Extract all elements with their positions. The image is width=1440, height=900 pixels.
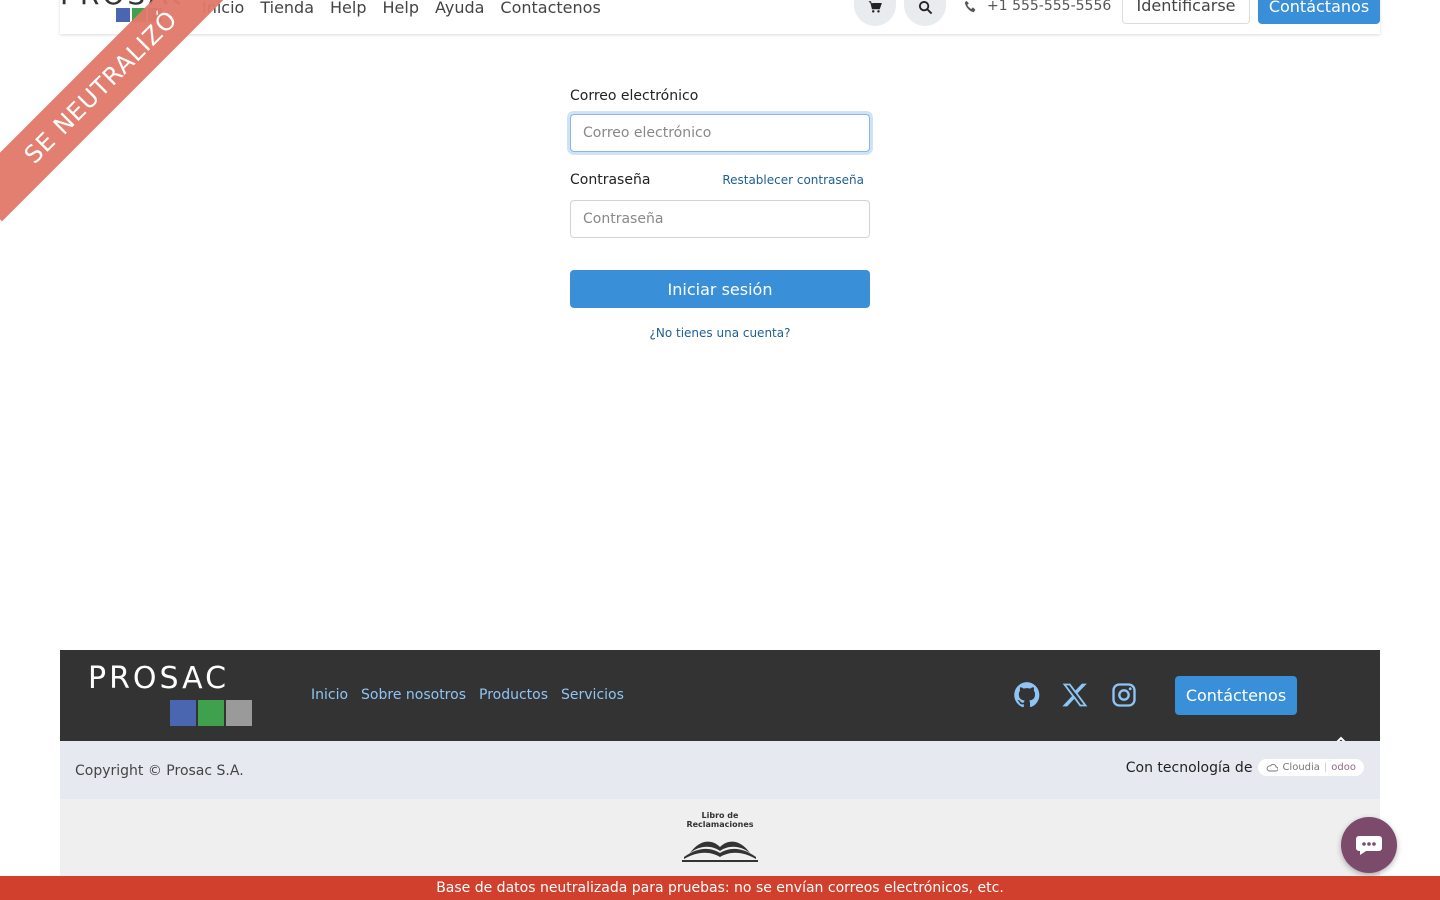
footer-link-productos[interactable]: Productos — [479, 687, 548, 703]
password-label-row: Contraseña Restablecer contraseña — [570, 172, 870, 188]
blue-cube — [170, 700, 196, 726]
page: PROSAC Inicio Tienda Help Help Ayuda Con… — [0, 0, 1440, 900]
green-cube — [198, 700, 224, 726]
search-button[interactable] — [904, 0, 946, 26]
open-book-icon — [682, 841, 758, 862]
search-icon — [918, 0, 932, 14]
powered-by-badge[interactable]: Cloudia | odoo — [1258, 759, 1364, 776]
cloud-icon — [1267, 763, 1279, 771]
nav-item-inicio[interactable]: Inicio — [202, 0, 244, 17]
phone-contact[interactable]: +1 555-555-5556 — [964, 0, 1111, 14]
cloudia-label: Cloudia — [1282, 762, 1320, 773]
login-form: Correo electrónico Contraseña Restablece… — [570, 88, 870, 340]
main-nav: Inicio Tienda Help Help Ayuda Contacteno… — [202, 0, 601, 17]
chat-bubble-icon — [1356, 836, 1382, 855]
nav-item-contactenos[interactable]: Contactenos — [500, 0, 600, 17]
phone-icon — [964, 0, 976, 12]
password-field[interactable] — [570, 200, 870, 238]
footer-link-sobre-nosotros[interactable]: Sobre nosotros — [361, 687, 466, 703]
footer-logo-text: PROSAC — [88, 661, 230, 696]
green-cube — [132, 8, 146, 22]
grey-cube — [226, 700, 252, 726]
sign-in-button[interactable]: Iniciar sesión — [570, 270, 870, 308]
badge-divider: | — [1323, 762, 1328, 773]
nav-item-ayuda[interactable]: Ayuda — [435, 0, 484, 17]
powered-by: Con tecnología de Cloudia | odoo — [1126, 759, 1364, 776]
odoo-label: odoo — [1331, 762, 1356, 773]
complaints-book-section: Libro de Reclamaciones — [60, 799, 1380, 879]
neutralized-db-banner: Base de datos neutralizada para pruebas:… — [0, 876, 1440, 900]
phone-number: +1 555-555-5556 — [987, 0, 1112, 14]
password-label: Contraseña — [570, 172, 651, 188]
footer-logo-cubes — [170, 700, 252, 726]
book-title-line2: Reclamaciones — [686, 820, 754, 829]
email-field[interactable] — [570, 114, 870, 152]
blue-cube — [116, 8, 130, 22]
cart-icon — [868, 1, 882, 13]
cart-button[interactable] — [854, 0, 896, 26]
nav-item-help[interactable]: Help — [330, 0, 366, 17]
instagram-icon — [1112, 683, 1136, 707]
neutralized-ribbon: SE NEUTRALIZÓ — [0, 0, 230, 230]
nav-item-tienda[interactable]: Tienda — [260, 0, 314, 17]
chat-button[interactable] — [1341, 817, 1397, 873]
powered-by-label: Con tecnología de — [1125, 759, 1253, 776]
footer-link-inicio[interactable]: Inicio — [311, 687, 348, 703]
top-navbar: PROSAC Inicio Tienda Help Help Ayuda Con… — [60, 0, 1380, 34]
footer-contact-button[interactable]: Contáctenos — [1175, 676, 1297, 715]
header-logo[interactable]: PROSAC — [60, 0, 180, 34]
contact-us-button[interactable]: Contáctanos — [1258, 0, 1380, 24]
footer-main: PROSAC Inicio Sobre nosotros Productos S… — [60, 650, 1380, 741]
login-button[interactable]: Identificarse — [1122, 0, 1250, 24]
github-icon — [1014, 682, 1040, 708]
complaints-book-link[interactable]: Libro de Reclamaciones — [678, 811, 762, 867]
footer-logo[interactable]: PROSAC — [88, 661, 252, 726]
footer-link-servicios[interactable]: Servicios — [561, 687, 624, 703]
copyright-text: Copyright © Prosac S.A. — [75, 763, 244, 779]
github-link[interactable] — [1012, 680, 1042, 710]
x-twitter-icon — [1062, 683, 1088, 707]
book-title-line1: Libro de — [701, 811, 739, 820]
nav-item-help-2[interactable]: Help — [383, 0, 419, 17]
footer-copyright-bar: Copyright © Prosac S.A. Con tecnología d… — [60, 741, 1380, 799]
grey-cube — [148, 8, 162, 22]
email-label: Correo electrónico — [570, 88, 699, 104]
signup-link[interactable]: ¿No tienes una cuenta? — [570, 326, 870, 340]
instagram-link[interactable] — [1109, 680, 1139, 710]
footer-nav: Inicio Sobre nosotros Productos Servicio… — [311, 687, 624, 703]
reset-password-link[interactable]: Restablecer contraseña — [722, 173, 864, 187]
x-link[interactable] — [1060, 680, 1090, 710]
logo-cubes — [116, 8, 162, 22]
